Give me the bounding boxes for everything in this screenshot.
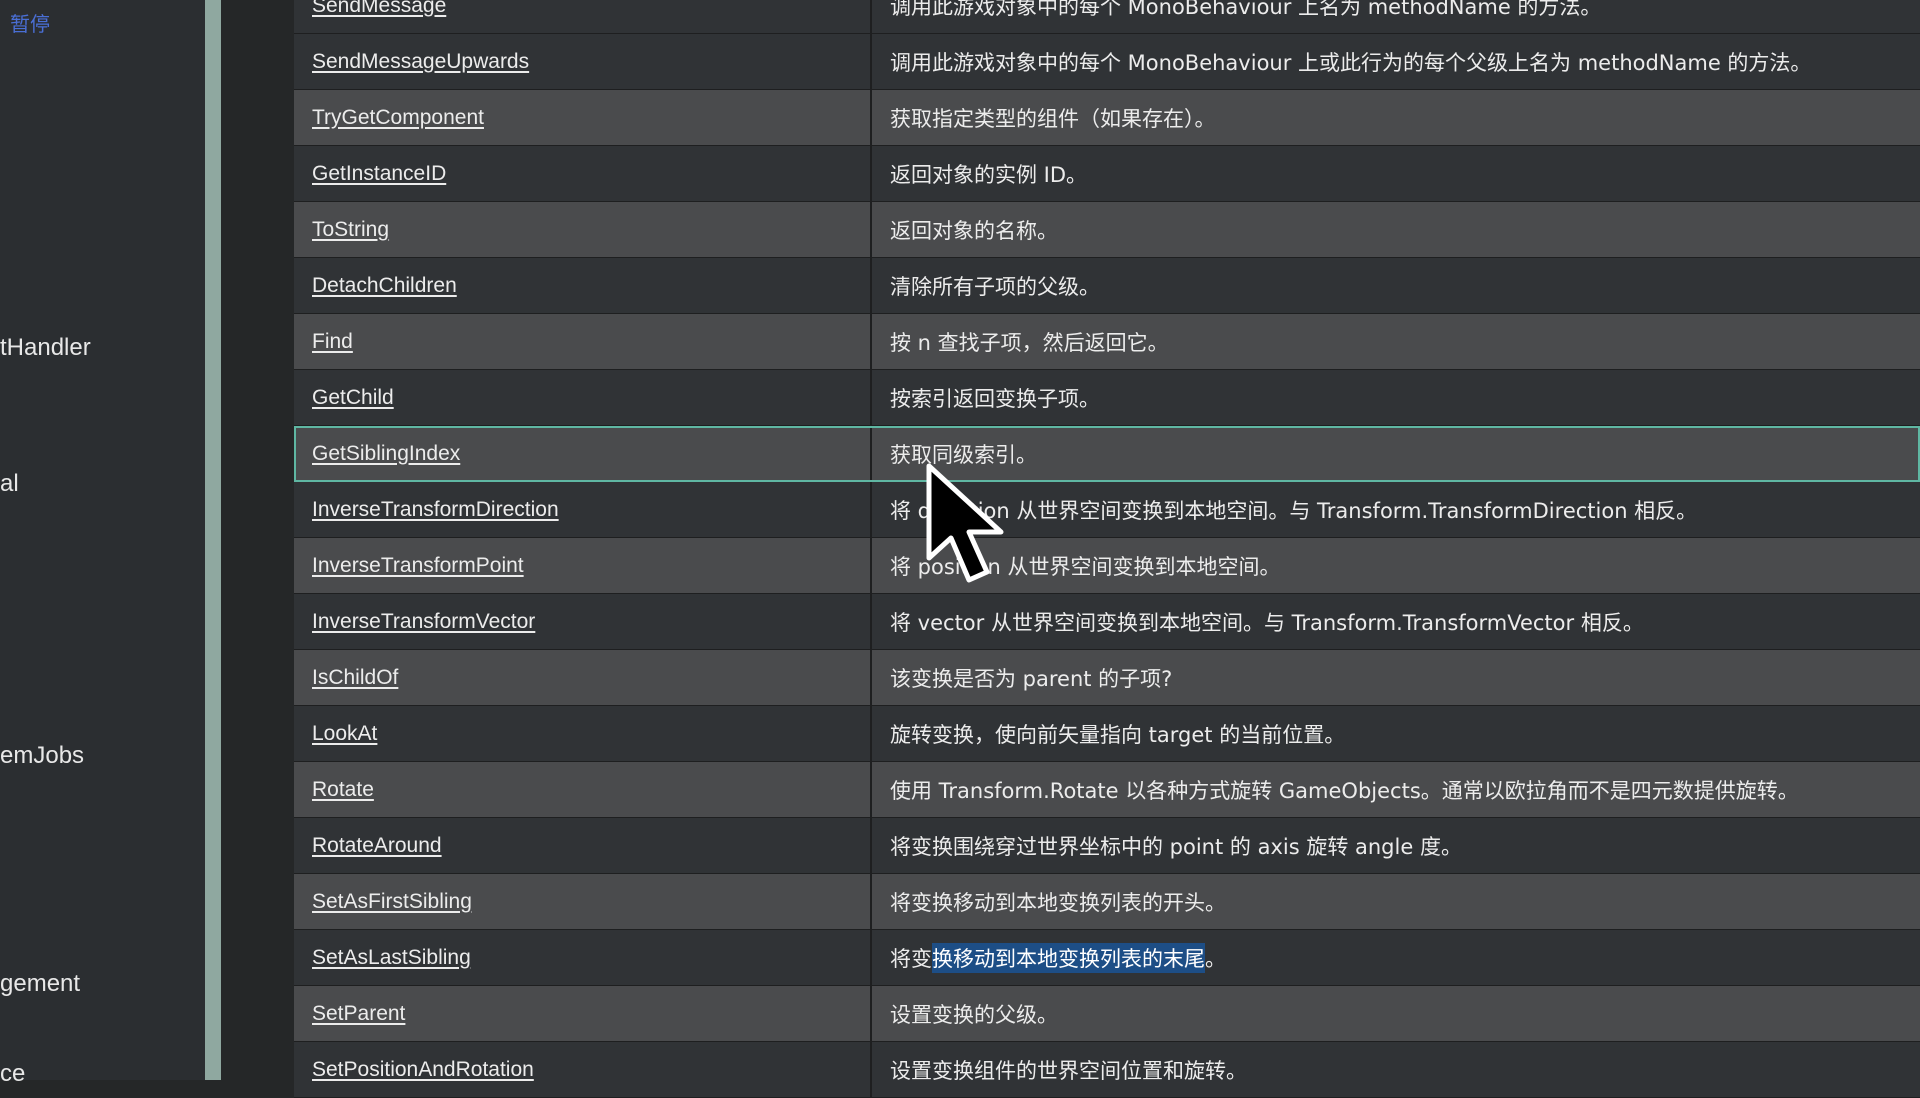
method-name-cell: Rotate bbox=[294, 762, 872, 817]
method-link[interactable]: GetChild bbox=[312, 386, 394, 410]
method-link[interactable]: SendMessage bbox=[312, 0, 446, 18]
method-link[interactable]: SetAsLastSibling bbox=[312, 946, 471, 970]
method-link[interactable]: GetInstanceID bbox=[312, 162, 446, 186]
method-name-cell: SendMessage bbox=[294, 0, 872, 33]
method-link[interactable]: InverseTransformPoint bbox=[312, 554, 524, 578]
table-row: SetAsLastSibling 将变 换移动到本地变换列表的末尾。 bbox=[294, 930, 1920, 986]
method-desc-cell: 将变 换移动到本地变换列表的末尾。 bbox=[872, 930, 1920, 985]
method-name-cell: GetChild bbox=[294, 370, 872, 425]
method-link[interactable]: TryGetComponent bbox=[312, 106, 484, 130]
table-row: Find 按 n 查找子项，然后返回它。 bbox=[294, 314, 1920, 370]
method-desc-cell: 按 n 查找子项，然后返回它。 bbox=[890, 330, 1169, 355]
table-row: DetachChildren 清除所有子项的父级。 bbox=[294, 258, 1920, 314]
method-link[interactable]: InverseTransformVector bbox=[312, 610, 535, 634]
table-row: InverseTransformVector 将 vector 从世界空间变换到… bbox=[294, 594, 1920, 650]
method-name-cell: TryGetComponent bbox=[294, 90, 872, 145]
sidebar-item[interactable]: gement bbox=[0, 970, 80, 998]
sidebar: 暂停 tHandler al emJobs gement ce bbox=[0, 0, 205, 1087]
method-link[interactable]: InverseTransformDirection bbox=[312, 498, 559, 522]
method-name-cell: ToString bbox=[294, 202, 872, 257]
sidebar-item[interactable]: emJobs bbox=[0, 742, 84, 770]
method-desc-cell: 获取指定类型的组件（如果存在）。 bbox=[890, 106, 1216, 131]
method-link[interactable]: DetachChildren bbox=[312, 274, 457, 298]
table-row: TryGetComponent 获取指定类型的组件（如果存在）。 bbox=[294, 90, 1920, 146]
method-name-cell: SetParent bbox=[294, 986, 872, 1041]
paused-indicator: 暂停 bbox=[10, 12, 50, 36]
method-link[interactable]: RotateAround bbox=[312, 834, 442, 858]
method-desc-cell: 将变换移动到本地变换列表的开头。 bbox=[890, 890, 1226, 915]
method-link[interactable]: Find bbox=[312, 330, 353, 354]
method-desc-cell: 清除所有子项的父级。 bbox=[890, 274, 1100, 299]
method-link[interactable]: Rotate bbox=[312, 778, 374, 802]
method-name-cell: RotateAround bbox=[294, 818, 872, 873]
table-row: SendMessageUpwards 调用此游戏对象中的每个 MonoBehav… bbox=[294, 34, 1920, 90]
table-row: LookAt 旋转变换，使向前矢量指向 target 的当前位置。 bbox=[294, 706, 1920, 762]
sidebar-item[interactable]: al bbox=[0, 470, 19, 498]
method-desc-cell: 设置变换的父级。 bbox=[890, 1002, 1058, 1027]
table-row: RotateAround 将变换围绕穿过世界坐标中的 point 的 axis … bbox=[294, 818, 1920, 874]
method-desc-cell: 使用 Transform.Rotate 以各种方式旋转 GameObjects。… bbox=[890, 778, 1799, 803]
method-desc-cell: 将变换围绕穿过世界坐标中的 point 的 axis 旋转 angle 度。 bbox=[890, 834, 1462, 859]
method-name-cell: Find bbox=[294, 314, 872, 369]
method-desc-cell: 该变换是否为 parent 的子项? bbox=[890, 666, 1173, 691]
method-name-cell: GetSiblingIndex bbox=[294, 426, 872, 481]
table-row: InverseTransformPoint 将 position 从世界空间变换… bbox=[294, 538, 1920, 594]
method-name-cell: SetAsLastSibling bbox=[294, 930, 872, 985]
sidebar-item[interactable]: ce bbox=[0, 1060, 25, 1088]
desc-text: 。 bbox=[1205, 946, 1226, 971]
method-desc-cell: 将 vector 从世界空间变换到本地空间。与 Transform.Transf… bbox=[890, 610, 1644, 635]
method-desc-cell: 将 direction 从世界空间变换到本地空间。与 Transform.Tra… bbox=[890, 498, 1698, 523]
method-link[interactable]: LookAt bbox=[312, 722, 377, 746]
table-row: Rotate 使用 Transform.Rotate 以各种方式旋转 GameO… bbox=[294, 762, 1920, 818]
table-row: ToString 返回对象的名称。 bbox=[294, 202, 1920, 258]
table-row: SendMessage 调用此游戏对象中的每个 MonoBehaviour 上名… bbox=[294, 0, 1920, 34]
table-row: IsChildOf 该变换是否为 parent 的子项? bbox=[294, 650, 1920, 706]
selected-text: 换移动到本地变换列表的末尾 bbox=[932, 942, 1205, 973]
method-link[interactable]: IsChildOf bbox=[312, 666, 398, 690]
method-desc-cell: 调用此游戏对象中的每个 MonoBehaviour 上或此行为的每个父级上名为 … bbox=[890, 50, 1812, 75]
method-desc-cell: 调用此游戏对象中的每个 MonoBehaviour 上名为 methodName… bbox=[890, 0, 1602, 19]
method-name-cell: SetAsFirstSibling bbox=[294, 874, 872, 929]
mouse-pointer-icon bbox=[926, 463, 1004, 583]
method-name-cell: GetInstanceID bbox=[294, 146, 872, 201]
method-link[interactable]: ToString bbox=[312, 218, 389, 242]
content-gutter bbox=[221, 0, 294, 1080]
method-desc-cell: 获取同级索引。 bbox=[890, 442, 1037, 467]
sidebar-item[interactable]: tHandler bbox=[0, 334, 91, 362]
method-link[interactable]: SetAsFirstSibling bbox=[312, 890, 472, 914]
table-row: SetPositionAndRotation 设置变换组件的世界空间位置和旋转。 bbox=[294, 1042, 1920, 1098]
method-link[interactable]: SetPositionAndRotation bbox=[312, 1058, 534, 1082]
table-row-hovered: GetSiblingIndex 获取同级索引。 bbox=[294, 426, 1920, 482]
method-link[interactable]: SetParent bbox=[312, 1002, 405, 1026]
method-desc-cell: 将 position 从世界空间变换到本地空间。 bbox=[890, 554, 1281, 579]
method-link[interactable]: GetSiblingIndex bbox=[312, 442, 460, 466]
table-row: SetAsFirstSibling 将变换移动到本地变换列表的开头。 bbox=[294, 874, 1920, 930]
method-name-cell: IsChildOf bbox=[294, 650, 872, 705]
table-row: GetChild 按索引返回变换子项。 bbox=[294, 370, 1920, 426]
method-desc-cell: 返回对象的实例 ID。 bbox=[890, 162, 1088, 187]
method-name-cell: InverseTransformPoint bbox=[294, 538, 872, 593]
method-desc-cell: 设置变换组件的世界空间位置和旋转。 bbox=[890, 1058, 1247, 1083]
method-name-cell: SendMessageUpwards bbox=[294, 34, 872, 89]
methods-table: SendMessage 调用此游戏对象中的每个 MonoBehaviour 上名… bbox=[294, 0, 1920, 1098]
table-row: InverseTransformDirection 将 direction 从世… bbox=[294, 482, 1920, 538]
method-name-cell: InverseTransformDirection bbox=[294, 482, 872, 537]
sidebar-scrollbar[interactable] bbox=[205, 0, 221, 1080]
method-name-cell: SetPositionAndRotation bbox=[294, 1042, 872, 1097]
table-row: GetInstanceID 返回对象的实例 ID。 bbox=[294, 146, 1920, 202]
desc-text: 将变 bbox=[890, 946, 932, 971]
table-row: SetParent 设置变换的父级。 bbox=[294, 986, 1920, 1042]
method-desc-cell: 旋转变换，使向前矢量指向 target 的当前位置。 bbox=[890, 722, 1346, 747]
method-desc-cell: 返回对象的名称。 bbox=[890, 218, 1058, 243]
method-desc-cell: 按索引返回变换子项。 bbox=[890, 386, 1100, 411]
method-name-cell: LookAt bbox=[294, 706, 872, 761]
method-link[interactable]: SendMessageUpwards bbox=[312, 50, 529, 74]
method-name-cell: InverseTransformVector bbox=[294, 594, 872, 649]
method-name-cell: DetachChildren bbox=[294, 258, 872, 313]
